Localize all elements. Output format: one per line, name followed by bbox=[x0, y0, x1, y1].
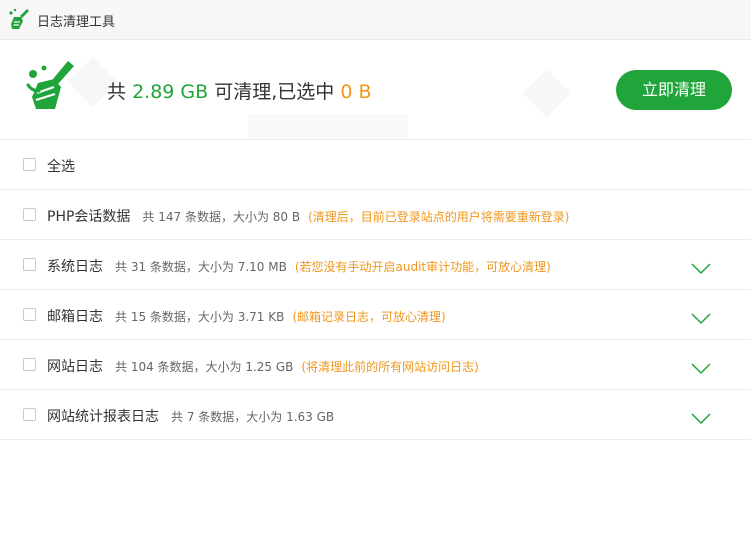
item-name: PHP会话数据 bbox=[47, 209, 131, 225]
item-text: 网站日志共 104 条数据，大小为 1.25 GB (将清理此前的所有网站访问日志… bbox=[47, 356, 479, 376]
item-info: 共 15 条数据，大小为 3.71 KB bbox=[115, 310, 285, 324]
window-title: 日志清理工具 bbox=[37, 15, 116, 30]
log-item-row[interactable]: 系统日志共 31 条数据，大小为 7.10 MB (若您没有手动开启audit审计… bbox=[0, 240, 751, 290]
item-note: (邮箱记录日志，可放心清理) bbox=[292, 310, 446, 324]
select-all-label: 全选 bbox=[47, 159, 75, 175]
clean-now-button[interactable]: 立即清理 bbox=[616, 70, 732, 110]
item-name: 网站统计报表日志 bbox=[47, 409, 159, 425]
title-bar: 日志清理工具 bbox=[0, 0, 751, 40]
item-text: 邮箱日志共 15 条数据，大小为 3.71 KB (邮箱记录日志，可放心清理) bbox=[47, 306, 446, 326]
total-size: 2.89 GB bbox=[132, 81, 209, 103]
item-text: 系统日志共 31 条数据，大小为 7.10 MB (若您没有手动开启audit审计… bbox=[47, 256, 551, 276]
item-info: 共 7 条数据，大小为 1.63 GB bbox=[171, 410, 335, 424]
item-checkbox[interactable] bbox=[23, 308, 36, 321]
select-all-checkbox[interactable] bbox=[23, 158, 36, 171]
log-item-row[interactable]: 网站日志共 104 条数据，大小为 1.25 GB (将清理此前的所有网站访问日志… bbox=[0, 340, 751, 390]
decorative-shape bbox=[248, 114, 408, 139]
chevron-down-icon[interactable] bbox=[690, 412, 712, 425]
item-note: (若您没有手动开启audit审计功能，可放心清理) bbox=[294, 260, 551, 274]
summary-header: 共 2.89 GB 可清理,已选中 0 B 立即清理 bbox=[0, 40, 751, 140]
item-text: PHP会话数据共 147 条数据，大小为 80 B (清理后，目前已登录站点的用户… bbox=[47, 206, 569, 226]
broom-logo-icon bbox=[9, 8, 29, 29]
item-name: 系统日志 bbox=[47, 259, 103, 275]
item-checkbox[interactable] bbox=[23, 258, 36, 271]
item-checkbox[interactable] bbox=[23, 208, 36, 221]
item-note: (将清理此前的所有网站访问日志) bbox=[301, 360, 479, 374]
log-item-row[interactable]: 邮箱日志共 15 条数据，大小为 3.71 KB (邮箱记录日志，可放心清理) bbox=[0, 290, 751, 340]
log-item-row[interactable]: 网站统计报表日志共 7 条数据，大小为 1.63 GB bbox=[0, 390, 751, 440]
chevron-down-icon[interactable] bbox=[690, 312, 712, 325]
item-name: 邮箱日志 bbox=[47, 309, 103, 325]
log-item-row[interactable]: PHP会话数据共 147 条数据，大小为 80 B (清理后，目前已登录站点的用户… bbox=[0, 190, 751, 240]
item-name: 网站日志 bbox=[47, 359, 103, 375]
item-note: (清理后，目前已登录站点的用户将需要重新登录) bbox=[308, 210, 570, 224]
item-checkbox[interactable] bbox=[23, 408, 36, 421]
summary-prefix: 共 bbox=[107, 81, 127, 103]
selected-size: 0 B bbox=[340, 81, 372, 103]
decorative-shape bbox=[522, 68, 572, 118]
chevron-down-icon[interactable] bbox=[690, 262, 712, 275]
item-info: 共 31 条数据，大小为 7.10 MB bbox=[115, 260, 287, 274]
cleanable-summary: 共 2.89 GB 可清理,已选中 0 B bbox=[107, 77, 371, 104]
chevron-down-icon[interactable] bbox=[690, 362, 712, 375]
select-all-row[interactable]: 全选 bbox=[0, 140, 751, 190]
summary-middle: 可清理,已选中 bbox=[214, 81, 335, 103]
broom-icon bbox=[26, 61, 74, 109]
item-checkbox[interactable] bbox=[23, 358, 36, 371]
item-info: 共 147 条数据，大小为 80 B bbox=[142, 210, 301, 224]
item-text: 网站统计报表日志共 7 条数据，大小为 1.63 GB bbox=[47, 406, 334, 426]
item-info: 共 104 条数据，大小为 1.25 GB bbox=[115, 360, 294, 374]
